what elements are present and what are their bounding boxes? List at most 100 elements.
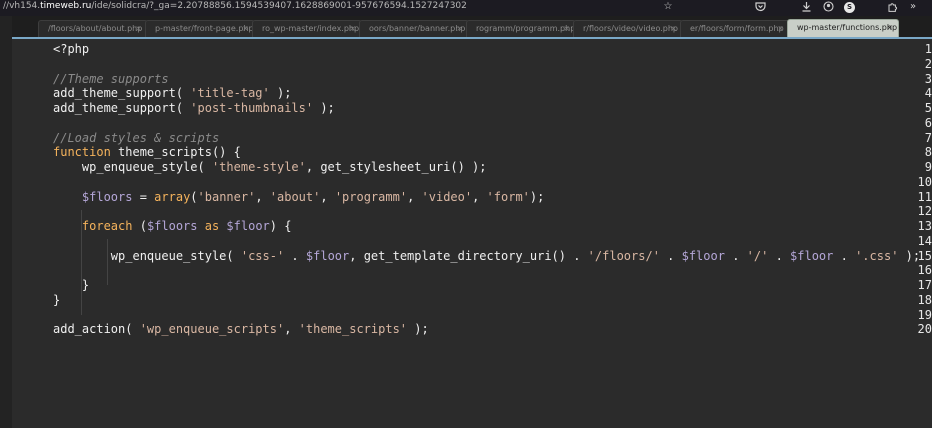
line-number: 12	[917, 204, 932, 219]
extensions-icon[interactable]	[885, 1, 899, 13]
line-number: 8	[924, 145, 932, 160]
close-icon[interactable]: ×	[456, 21, 463, 37]
tab-label: wp-master/functions.php	[797, 23, 898, 32]
code-token: }	[81, 278, 90, 292]
code-token: ,	[284, 322, 299, 337]
code-token: //Theme supports	[53, 71, 169, 86]
close-icon[interactable]: ×	[135, 21, 142, 37]
code-token: 'programm'	[334, 189, 408, 204]
url-rest: /ide/solidcra/?_ga=2.20788856.1594539407…	[91, 1, 467, 11]
code-token: function	[53, 145, 111, 160]
code-line[interactable]: 6	[12, 116, 932, 131]
code-token: .	[768, 248, 791, 263]
code-token: 'form'	[486, 189, 530, 204]
close-icon[interactable]: ×	[777, 21, 784, 37]
code-token: .	[724, 248, 747, 263]
tab-functions[interactable]: wp-master/functions.php ×	[787, 19, 899, 37]
code-token: wp_enqueue_style(	[110, 248, 241, 263]
code-token: '/'	[746, 248, 769, 263]
code-line[interactable]: 16	[12, 263, 932, 278]
code-line[interactable]: 3 //Theme supports	[12, 72, 932, 87]
tab-video[interactable]: r/floors/video/video.php ×	[573, 20, 683, 37]
overflow-icon[interactable]: »	[906, 1, 920, 13]
line-number: 16	[917, 263, 932, 278]
tab-index[interactable]: ro_wp-master/index.php ×	[252, 20, 362, 37]
close-icon[interactable]: ×	[242, 21, 249, 37]
code-line[interactable]: 5 add_theme_support( 'post-thumbnails' );	[12, 101, 932, 116]
code-line[interactable]: 12	[12, 204, 932, 219]
code-line[interactable]: 18}	[12, 293, 932, 308]
close-icon[interactable]: ×	[886, 20, 893, 36]
tab-banner[interactable]: oors/banner/banner.php ×	[359, 20, 469, 37]
tab-label: p-master/front-page.php	[155, 24, 254, 33]
tab-front-page[interactable]: p-master/front-page.php ×	[145, 20, 255, 37]
line-number: 1	[924, 42, 932, 56]
code-token: 'post-thumbnails'	[190, 101, 314, 115]
code-line[interactable]: 15 wp_enqueue_style( 'css-' . $floor, ge…	[12, 249, 932, 264]
browser-toolbar: //vh154.timeweb.ru/ide/solidcra/?_ga=2.2…	[0, 0, 932, 16]
address-bar[interactable]: //vh154.timeweb.ru/ide/solidcra/?_ga=2.2…	[3, 1, 467, 11]
code-line[interactable]: 1 <?php	[12, 42, 932, 57]
tab-label: oors/banner/banner.php	[369, 24, 466, 33]
tab-form[interactable]: er/floors/form/form.php ×	[680, 20, 790, 37]
code-token: 'banner'	[197, 189, 256, 204]
line-number: 2	[924, 56, 932, 71]
close-icon[interactable]: ×	[563, 21, 570, 37]
code-line[interactable]: 14	[12, 234, 932, 249]
code-line[interactable]: 8 function theme_scripts() {	[12, 145, 932, 160]
close-icon[interactable]: ×	[670, 21, 677, 37]
code-token: 'css-'	[240, 248, 285, 263]
code-token: $floor	[226, 219, 270, 233]
code-token: $floors	[81, 189, 133, 204]
code-token: //Load styles & scripts	[53, 130, 220, 145]
code-line[interactable]: 20 add_action( 'wp_enqueue_scripts', 'the…	[12, 322, 932, 337]
star-icon[interactable]: ☆	[661, 1, 675, 13]
code-line[interactable]: 7 //Load styles & scripts	[12, 131, 932, 146]
code-line[interactable]: 2	[12, 57, 932, 72]
code-token: , get_template_directory_uri() .	[349, 248, 588, 263]
code-line[interactable]: 17 }	[12, 278, 932, 293]
code-token: add_action(	[53, 322, 140, 337]
tab-label: ro_wp-master/index.php	[262, 24, 360, 33]
tab-label: r/floors/video/video.php	[583, 24, 678, 33]
line-number: 6	[924, 115, 932, 130]
line-number: 5	[924, 101, 932, 115]
side-strip	[0, 16, 12, 428]
code-line[interactable]: 10	[12, 175, 932, 190]
code-token: $floors	[146, 219, 198, 233]
line-number: 7	[924, 130, 932, 145]
code-token: 'theme_scripts'	[298, 322, 408, 337]
line-number: 11	[917, 189, 932, 204]
code-editor[interactable]: 1 <?php 2 3 //Theme supports 4 add_theme_suppo…	[12, 39, 932, 428]
code-text: add_theme_support( 'post-thumbnails' );	[53, 101, 335, 116]
tab-programm[interactable]: rogramm/programm.php ×	[466, 20, 576, 37]
code-text: function theme_scripts() {	[53, 145, 241, 160]
code-text: wp_enqueue_style( 'theme-style', get_sty…	[53, 160, 487, 175]
code-text: $floors = array('banner', 'about', 'prog…	[53, 190, 544, 205]
tab-about[interactable]: /floors/about/about.php ×	[38, 20, 148, 37]
code-text: }	[53, 293, 60, 308]
code-token: ,	[407, 189, 422, 204]
code-token: ,	[320, 189, 335, 204]
code-line[interactable]: 19	[12, 308, 932, 323]
code-line[interactable]: 9 wp_enqueue_style( 'theme-style', get_s…	[12, 160, 932, 175]
extension-badge[interactable]: S	[844, 2, 855, 13]
line-number: 18	[917, 292, 932, 307]
code-line[interactable]: 13 foreach ($floors as $floor) {	[12, 219, 932, 234]
code-token: '/floors/'	[587, 248, 660, 263]
tab-label: /floors/about/about.php	[48, 24, 143, 33]
pocket-icon[interactable]	[753, 1, 767, 13]
code-line[interactable]: 4 add_theme_support( 'title-tag' );	[12, 86, 932, 101]
code-token: , get_stylesheet_uri() );	[305, 160, 487, 174]
tab-label: er/floors/form/form.php	[690, 24, 784, 33]
line-number: 4	[924, 86, 932, 101]
code-token: ) {	[269, 219, 292, 233]
download-icon[interactable]	[799, 1, 813, 13]
close-icon[interactable]: ×	[349, 21, 356, 37]
code-token: add_theme_support(	[53, 86, 191, 101]
code-line[interactable]: 11 $floors = array('banner', 'about', 'p…	[12, 190, 932, 205]
profile-icon[interactable]	[821, 1, 835, 13]
